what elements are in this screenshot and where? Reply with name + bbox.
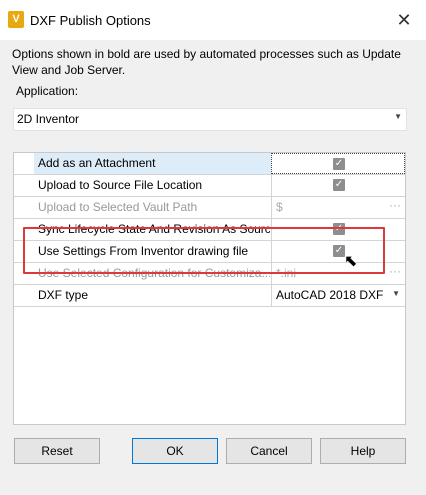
grid-value-cell[interactable]: ✓ — [271, 175, 405, 196]
vault-app-icon: V — [8, 11, 24, 28]
grid-value-cell: *.ini ··· — [271, 263, 405, 284]
cancel-button[interactable]: Cancel — [226, 438, 312, 464]
application-selected-value: 2D Inventor — [17, 112, 80, 126]
checkbox-checked-icon[interactable]: ✓ — [333, 223, 345, 235]
vault-path-value: $ — [276, 200, 283, 214]
grid-row-label: Sync Lifecycle State And Revision As Sou… — [38, 222, 270, 236]
grid-row-add-as-attachment[interactable]: Add as an Attachment ✓ — [14, 153, 405, 175]
configuration-file-value: *.ini — [276, 266, 297, 280]
grid-row-upload-to-vault-path: Upload to Selected Vault Path $ ··· — [14, 197, 405, 219]
application-dropdown[interactable]: 2D Inventor ▼ — [13, 108, 407, 131]
dxf-type-dropdown[interactable]: AutoCAD 2018 DXF ▼ — [271, 285, 405, 306]
chevron-down-icon: ▼ — [394, 112, 402, 121]
description-text: Options shown in bold are used by automa… — [12, 47, 401, 77]
grid-row-label: Upload to Source File Location — [38, 178, 203, 192]
ellipsis-icon: ··· — [389, 264, 401, 278]
grid-row-label: Upload to Selected Vault Path — [38, 200, 198, 214]
ellipsis-icon: ··· — [389, 198, 401, 212]
reset-button[interactable]: Reset — [14, 438, 100, 464]
grid-value-cell: $ ··· — [271, 197, 405, 218]
grid-value-cell[interactable]: ✓ — [271, 153, 405, 174]
ok-button[interactable]: OK — [132, 438, 218, 464]
mouse-pointer-icon: ⬉ — [344, 253, 358, 270]
grid-row-sync-lifecycle[interactable]: Sync Lifecycle State And Revision As Sou… — [14, 219, 405, 241]
grid-value-cell[interactable]: ✓ — [271, 219, 405, 240]
chevron-down-icon: ▼ — [392, 289, 400, 298]
grid-row-label: Use Selected Configuration for Customiza… — [38, 266, 270, 280]
grid-row-label: Use Settings From Inventor drawing file — [38, 244, 249, 258]
application-label: Application: — [16, 84, 79, 98]
grid-value-cell[interactable]: ✓ — [271, 241, 405, 262]
dxf-type-value: AutoCAD 2018 DXF — [276, 288, 384, 302]
close-button[interactable]: ✕ — [394, 10, 414, 30]
checkbox-checked-icon[interactable]: ✓ — [333, 179, 345, 191]
grid-row-upload-to-source[interactable]: Upload to Source File Location ✓ — [14, 175, 405, 197]
grid-row-label: Add as an Attachment — [38, 156, 156, 170]
options-grid: Add as an Attachment ✓ Upload to Source … — [13, 152, 406, 425]
title-bar: V DXF Publish Options ✕ — [0, 0, 426, 40]
grid-row-dxf-type[interactable]: DXF type AutoCAD 2018 DXF ▼ — [14, 285, 405, 307]
grid-row-label: DXF type — [38, 288, 89, 302]
checkbox-checked-icon[interactable]: ✓ — [333, 158, 345, 170]
help-button[interactable]: Help — [320, 438, 406, 464]
window-title: DXF Publish Options — [30, 13, 151, 28]
